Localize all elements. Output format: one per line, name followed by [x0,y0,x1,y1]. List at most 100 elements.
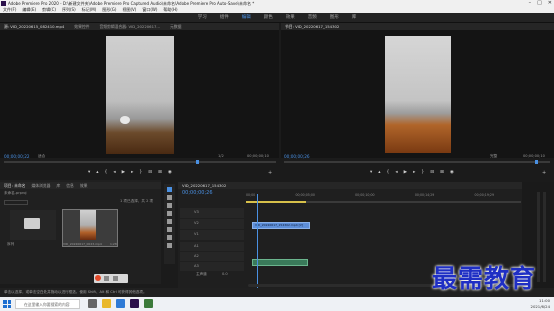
timeline-playhead[interactable] [257,194,258,288]
tab-project[interactable]: 项目: 未命名 [4,182,25,189]
list-view-icon[interactable] [104,276,109,281]
mark-out-icon[interactable]: ▴ [96,170,98,175]
tab-program[interactable]: 节目: VID_20220617_154302 [285,23,339,30]
program-fit-select[interactable]: 完整 [490,154,497,159]
export-frame-icon[interactable]: ◉ [168,170,172,175]
app-taskbar-icon[interactable] [144,299,153,308]
project-bottom-toolbar [94,274,128,283]
slip-tool-icon[interactable] [167,219,172,224]
program-go-to-out-icon[interactable]: } [421,170,424,175]
tab-sequence[interactable]: VID_20220617_154302 [182,182,226,189]
maximize-icon[interactable]: □ [537,0,542,7]
program-step-back-icon[interactable]: ◂ [395,170,397,175]
track-label: A3 [194,264,199,268]
program-step-forward-icon[interactable]: ▸ [413,170,415,175]
project-search-input[interactable] [4,200,28,205]
program-mark-out-icon[interactable]: ▴ [378,170,380,175]
workspace-learn[interactable]: 学习 [198,13,207,22]
step-forward-icon[interactable]: ▸ [131,170,133,175]
tab-audio-mixer[interactable]: 音频剪辑混合器: VID_20220617... [99,23,160,30]
ripple-edit-tool-icon[interactable] [167,203,172,208]
program-timecode[interactable]: 00;00;00;26 [284,154,310,159]
insert-icon[interactable]: ⊟ [148,170,152,175]
close-icon[interactable]: ✕ [548,0,552,7]
workspace-effects[interactable]: 效果 [286,13,295,22]
program-go-to-in-icon[interactable]: { [387,170,390,175]
track-header-v1[interactable]: V1 [180,230,244,240]
track-select-tool-icon[interactable] [167,195,172,200]
go-to-in-icon[interactable]: { [105,170,108,175]
tab-libraries[interactable]: 库 [56,182,60,189]
pen-tool-icon[interactable] [167,227,172,232]
source-timecode[interactable]: 00;00;00;22 [4,154,30,159]
timeline-audio-clip[interactable] [252,259,308,266]
tab-info[interactable]: 信息 [66,182,74,189]
window-title: Adobe Premiere Pro 2020 - D:\新建文件夹\Adobe… [8,1,255,6]
minimize-icon[interactable]: – [529,0,532,7]
program-playhead[interactable] [535,160,538,164]
program-mark-in-icon[interactable]: ▾ [370,170,372,175]
tab-source[interactable]: 源: VID_20220615_082410.mp4 [4,23,64,30]
track-header-a3[interactable]: A3 [180,262,244,271]
source-playhead[interactable] [196,160,199,164]
play-icon[interactable]: ▶ [122,170,125,175]
track-header-a1[interactable]: A1 [180,242,244,251]
workspace-audio[interactable]: 音频 [308,13,317,22]
taskbar-clock[interactable]: 11:00 2021/6/24 [531,298,550,310]
overwrite-icon[interactable]: ⊞ [158,170,162,175]
program-scrubber[interactable] [284,161,550,163]
master-volume-value[interactable]: 0.0 [222,272,228,276]
razor-tool-icon[interactable] [167,211,172,216]
go-to-out-icon[interactable]: } [139,170,142,175]
render-bar [246,201,306,203]
tab-effect-controls[interactable]: 效果控件 [74,23,89,30]
track-header-v3[interactable]: V3 [180,208,244,218]
tab-metadata[interactable]: 元数据 [170,23,181,30]
bin-label: 序列 [7,242,15,246]
workspace-assembly[interactable]: 组件 [220,13,229,22]
workspace-graphics[interactable]: 图形 [330,13,339,22]
track-header-v2[interactable]: V2 [180,219,244,229]
icon-view-icon[interactable] [113,276,118,281]
program-play-icon[interactable]: ▶ [404,170,407,175]
file-explorer-icon[interactable] [102,299,111,308]
ruler-tick: 00;00;19;29 [474,193,494,197]
folder-icon [24,218,40,229]
windows-start-icon[interactable] [3,300,11,308]
tab-media-browser[interactable]: 媒体浏览器 [31,182,50,189]
workspace-editing[interactable]: 编辑 [242,13,251,22]
taskbar-search-input[interactable]: 在这里输入你要搜索的内容 [15,299,80,309]
workspace-libraries[interactable]: 库 [352,13,357,22]
selection-tool-icon[interactable] [167,187,172,192]
program-panel-tabs: 节目: VID_20220617_154302 [281,23,554,30]
browser-icon[interactable] [116,299,125,308]
hand-tool-icon[interactable] [167,235,172,240]
tab-effects[interactable]: 效果 [80,182,88,189]
mark-in-icon[interactable]: ▾ [88,170,90,175]
ruler-tick: 00;00 [246,193,256,197]
program-video-frame [385,36,451,153]
timeline-timecode[interactable]: 00;00;00;26 [182,190,213,196]
program-add-button-icon[interactable]: + [542,170,546,176]
project-panel-tabs: 项目: 未命名 媒体浏览器 库 信息 效果 [0,182,161,189]
extract-icon[interactable]: ⊞ [440,170,444,175]
lift-icon[interactable]: ⊟ [430,170,434,175]
timeline-ruler[interactable]: 00;00 00;00;05;00 00;00;10;00 00;00;14;2… [246,193,522,200]
source-add-button-icon[interactable]: + [268,170,272,176]
workspace-color[interactable]: 颜色 [264,13,273,22]
step-back-icon[interactable]: ◂ [113,170,115,175]
task-view-icon[interactable] [88,299,97,308]
type-tool-icon[interactable] [167,243,172,248]
title-bar: Adobe Premiere Pro 2020 - D:\新建文件夹\Adobe… [0,0,554,7]
source-transport: ▾ ▴ { ◂ ▶ ▸ } ⊟ ⊞ ◉ [88,170,172,175]
track-label: V2 [194,221,199,225]
premiere-taskbar-icon[interactable] [130,299,139,308]
source-fraction-select[interactable]: 1/2 [218,154,224,158]
source-scrubber[interactable] [4,161,276,163]
new-item-icon[interactable] [95,275,101,281]
source-fit-select[interactable]: 适合 [38,154,45,159]
premiere-window: Adobe Premiere Pro 2020 - D:\新建文件夹\Adobe… [0,0,554,311]
program-export-frame-icon[interactable]: ◉ [450,170,454,175]
track-header-a2[interactable]: A2 [180,252,244,261]
timeline-video-clip[interactable]: VID_20220617_154302.mp4 [V] [252,222,310,229]
